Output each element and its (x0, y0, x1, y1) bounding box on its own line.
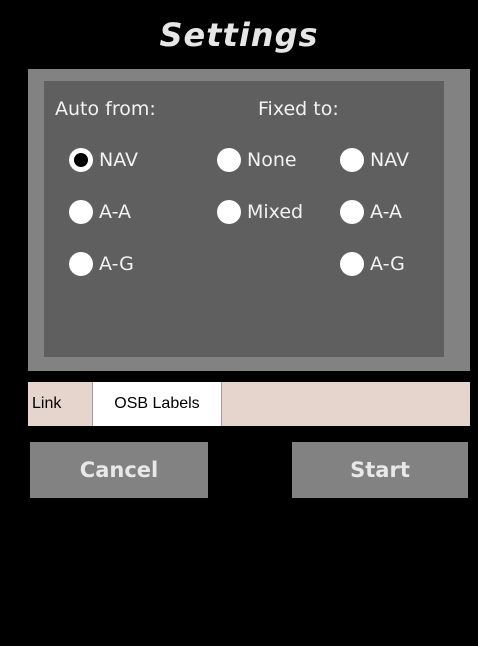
radio-indicator (69, 200, 93, 224)
radio-indicator (340, 200, 364, 224)
cancel-button[interactable]: Cancel (30, 442, 208, 498)
auto-from-header: Auto from: (55, 98, 156, 120)
page-title: Settings (159, 16, 319, 54)
radio-auto-nav[interactable]: NAV (69, 145, 138, 175)
radio-fixed-nav[interactable]: NAV (340, 145, 409, 175)
radio-indicator (69, 148, 93, 172)
radio-indicator (340, 252, 364, 276)
radio-auto-a-g[interactable]: A-G (69, 249, 134, 279)
radio-indicator (69, 252, 93, 276)
radio-auto-a-a[interactable]: A-A (69, 197, 131, 227)
fixed-to-header: Fixed to: (258, 98, 339, 120)
settings-inner-panel: Auto from: Fixed to: NAV A-A A-G None Mi… (44, 81, 444, 357)
radio-label: A-G (99, 253, 134, 275)
settings-panel: Auto from: Fixed to: NAV A-A A-G None Mi… (28, 69, 470, 371)
tab-link[interactable]: Link (28, 382, 90, 426)
radio-fixed-none[interactable]: None (217, 145, 297, 175)
radio-label: Mixed (247, 201, 304, 223)
radio-label: None (247, 149, 297, 171)
radio-label: A-A (370, 201, 403, 223)
radio-label: A-G (370, 253, 405, 275)
radio-fixed-a-a[interactable]: A-A (340, 197, 402, 227)
start-button[interactable]: Start (292, 442, 468, 498)
radio-label: NAV (99, 149, 138, 171)
radio-fixed-mixed[interactable]: Mixed (217, 197, 303, 227)
radio-indicator (217, 200, 241, 224)
tab-osb-labels[interactable]: OSB Labels (92, 382, 222, 426)
tab-strip: Link OSB Labels (28, 382, 470, 426)
radio-fixed-a-g[interactable]: A-G (340, 249, 405, 279)
radio-indicator (217, 148, 241, 172)
radio-indicator (340, 148, 364, 172)
radio-label: NAV (370, 149, 409, 171)
radio-label: A-A (99, 201, 132, 223)
